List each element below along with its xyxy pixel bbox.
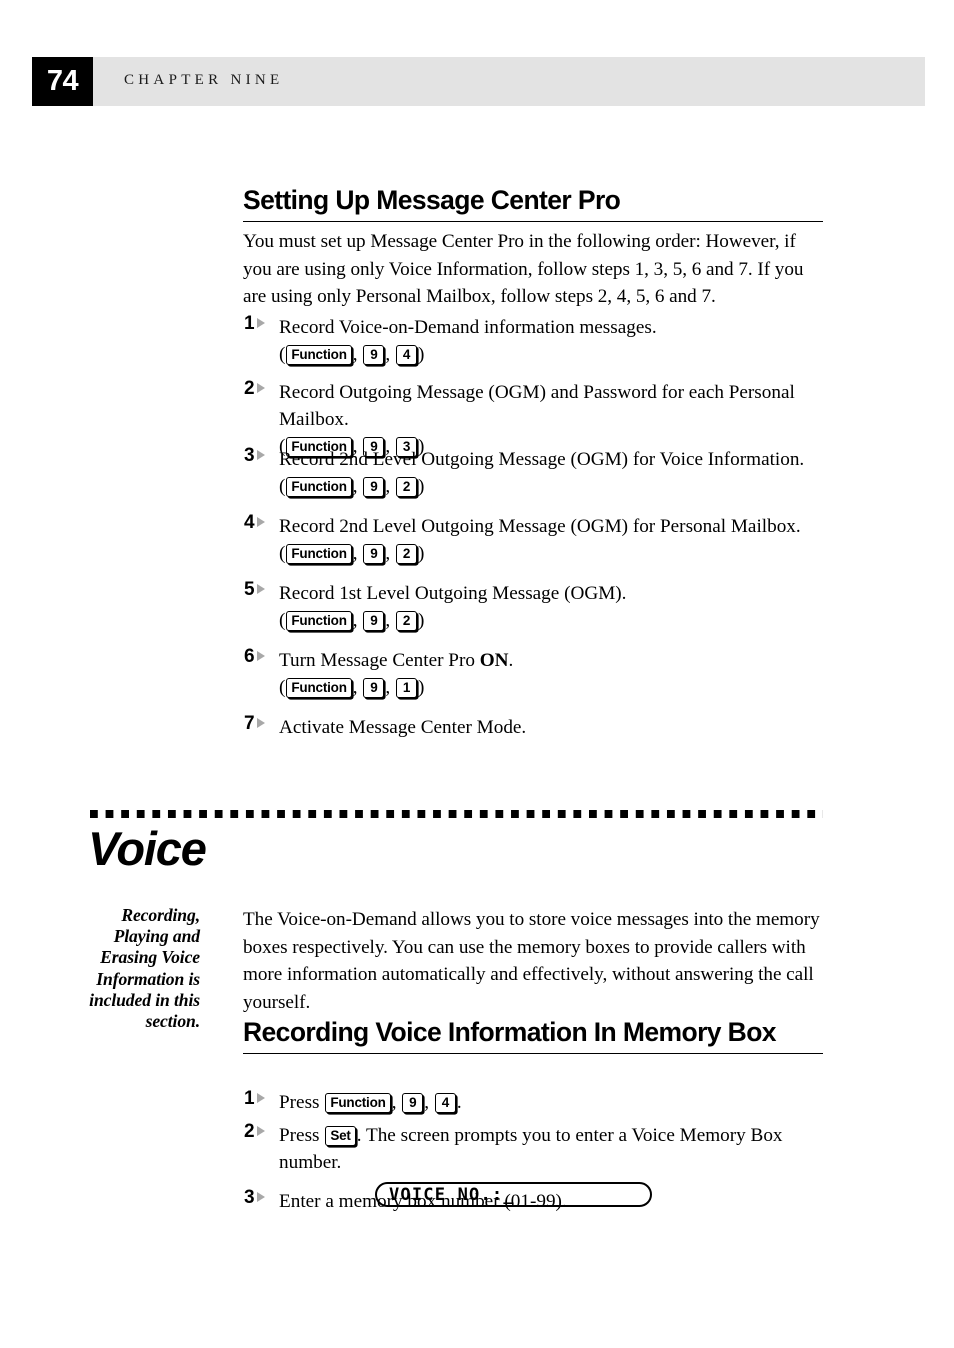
step-row: 2 Press Set. The screen prompts you to e… <box>243 1121 823 1176</box>
key-function[interactable]: Function <box>286 611 352 631</box>
triangle-icon <box>257 584 265 594</box>
step-marker: 3 <box>243 445 274 467</box>
step-item: 1 Record Voice-on-Demand information mes… <box>243 313 823 368</box>
step-row: 3 Record 2nd Level Outgoing Message (OGM… <box>243 445 823 473</box>
step-marker: 1 <box>243 1088 274 1110</box>
step-number: 7 <box>244 713 255 734</box>
section2-intro-paragraph: The Voice-on-Demand allows you to store … <box>243 906 823 1016</box>
key-digit[interactable]: 9 <box>402 1093 424 1113</box>
step-row: 7 Activate Message Center Mode. <box>243 713 823 741</box>
step-item: 1 Press Function, 9, 4. <box>243 1088 823 1116</box>
key-function[interactable]: Function <box>325 1093 391 1113</box>
triangle-icon <box>257 651 265 661</box>
step-number: 1 <box>244 1088 255 1109</box>
step-text: Press <box>279 1092 325 1113</box>
triangle-icon <box>257 517 265 527</box>
step-number: 4 <box>244 512 255 533</box>
key-function[interactable]: Function <box>286 678 352 698</box>
key-sequence: (Function, 9, 2) <box>279 543 425 564</box>
triangle-icon <box>257 318 265 328</box>
step-marker: 2 <box>243 378 274 400</box>
triangle-icon <box>257 718 265 728</box>
step-item: 7 Activate Message Center Mode. <box>243 713 823 741</box>
step-text-emphasis: ON <box>479 650 509 671</box>
key-digit[interactable]: 4 <box>395 345 417 365</box>
step-number: 5 <box>244 579 255 600</box>
step-text: Record Outgoing Message (OGM) and Passwo… <box>279 382 795 430</box>
chapter-label: CHAPTER NINE <box>124 72 284 88</box>
section-recording-voice-information: Recording Voice Information In Memory Bo… <box>243 1017 823 1054</box>
step-row: 1 Press Function, 9, 4. <box>243 1088 462 1113</box>
triangle-icon <box>257 1126 265 1136</box>
step-marker: 2 <box>243 1121 274 1143</box>
key-function[interactable]: Function <box>286 544 352 564</box>
key-digit[interactable]: 4 <box>434 1093 456 1113</box>
triangle-icon <box>257 383 265 393</box>
step-item: 4 Record 2nd Level Outgoing Message (OGM… <box>243 512 823 567</box>
step-item: 5 Record 1st Level Outgoing Message (OGM… <box>243 579 823 634</box>
step-item: 6 Turn Message Center Pro ON. (Function,… <box>243 646 823 701</box>
step-row: 5 Record 1st Level Outgoing Message (OGM… <box>243 579 823 607</box>
triangle-icon <box>257 1192 265 1202</box>
step-number: 3 <box>244 1187 255 1208</box>
step-row: 6 Turn Message Center Pro ON. <box>243 646 823 674</box>
step-marker: 3 <box>243 1187 274 1209</box>
key-digit[interactable]: 1 <box>395 678 417 698</box>
dotted-divider <box>90 810 823 818</box>
key-digit[interactable]: 9 <box>363 678 385 698</box>
chapter-section-title: Voice <box>88 822 207 875</box>
key-digit[interactable]: 9 <box>363 345 385 365</box>
step-row: 3 Enter a memory box number (01-99). <box>243 1187 823 1215</box>
step-text: Enter a memory box number (01-99). <box>279 1191 567 1212</box>
step-item: 3 Record 2nd Level Outgoing Message (OGM… <box>243 445 823 500</box>
step-marker: 7 <box>243 713 274 735</box>
key-digit[interactable]: 9 <box>363 611 385 631</box>
step-text: Press <box>279 1125 325 1146</box>
subsection-title: Recording Voice Information In Memory Bo… <box>243 1017 823 1054</box>
section1-intro-paragraph: You must set up Message Center Pro in th… <box>243 228 823 311</box>
step-number: 6 <box>244 646 255 667</box>
margin-note: Recording, Playing and Erasing Voice Inf… <box>89 905 200 1032</box>
triangle-icon <box>257 1093 265 1103</box>
key-sequence: (Function, 9, 2) <box>279 610 425 631</box>
step-marker: 1 <box>243 313 274 335</box>
key-set[interactable]: Set <box>325 1126 356 1146</box>
intro-text: You must set up Message Center Pro in th… <box>243 231 804 307</box>
step-row: 4 Record 2nd Level Outgoing Message (OGM… <box>243 512 823 540</box>
key-digit[interactable]: 9 <box>363 477 385 497</box>
page-title: Setting Up Message Center Pro <box>243 185 823 222</box>
step-text: Activate Message Center Mode. <box>279 717 527 738</box>
step-row: 1 Record Voice-on-Demand information mes… <box>243 313 823 341</box>
step-number: 1 <box>244 313 255 334</box>
key-function[interactable]: Function <box>286 345 352 365</box>
key-digit[interactable]: 2 <box>395 477 417 497</box>
step-item: 3 Enter a memory box number (01-99). <box>243 1187 823 1215</box>
step-marker: 5 <box>243 579 274 601</box>
step-text-tail: . <box>508 650 514 671</box>
step-marker: 4 <box>243 512 274 534</box>
step-number: 2 <box>244 378 255 399</box>
key-digit[interactable]: 9 <box>363 544 385 564</box>
key-sequence: (Function, 9, 4) <box>279 344 425 365</box>
step-text: Record 2nd Level Outgoing Message (OGM) … <box>279 449 805 470</box>
step-marker: 6 <box>243 646 274 668</box>
step-text: Record 2nd Level Outgoing Message (OGM) … <box>279 516 801 537</box>
step-number: 2 <box>244 1121 255 1142</box>
key-digit[interactable]: 2 <box>395 544 417 564</box>
key-digit[interactable]: 2 <box>395 611 417 631</box>
step-text: Turn Message Center Pro <box>279 650 480 671</box>
key-sequence: (Function, 9, 1) <box>279 677 425 698</box>
step-text: Record Voice-on-Demand information messa… <box>279 317 657 338</box>
key-function[interactable]: Function <box>286 477 352 497</box>
section-setting-up-message-center-pro: Setting Up Message Center Pro <box>243 185 823 222</box>
key-sequence: (Function, 9, 2) <box>279 476 425 497</box>
step-text: Record 1st Level Outgoing Message (OGM). <box>279 583 627 604</box>
step-number: 3 <box>244 445 255 466</box>
step-row: 2 Record Outgoing Message (OGM) and Pass… <box>243 378 823 433</box>
page-number-block: 74 <box>32 57 93 106</box>
intro-text: The Voice-on-Demand allows you to store … <box>243 909 820 1013</box>
triangle-icon <box>257 450 265 460</box>
step-text-tail: . <box>456 1092 462 1113</box>
